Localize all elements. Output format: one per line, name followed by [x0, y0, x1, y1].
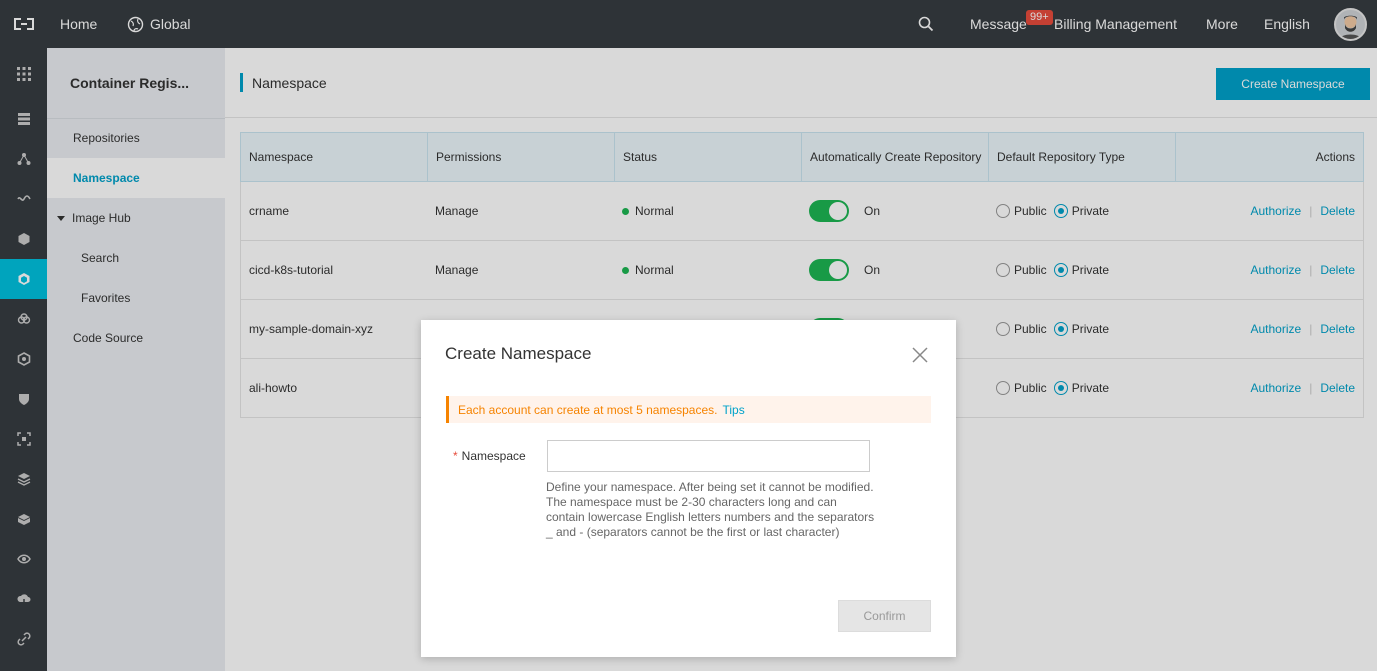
field-label-text: Namespace — [461, 449, 526, 463]
namespace-input[interactable] — [547, 440, 870, 472]
alert-text: Each account can create at most 5 namesp… — [458, 402, 718, 417]
close-icon[interactable] — [911, 346, 929, 364]
confirm-button[interactable]: Confirm — [838, 600, 931, 632]
tips-link[interactable]: Tips — [722, 403, 744, 417]
create-namespace-dialog: Create Namespace Each account can create… — [421, 320, 956, 657]
namespace-help-text: Define your namespace. After being set i… — [546, 480, 875, 539]
namespace-field-label: * Namespace — [453, 449, 526, 463]
required-marker: * — [453, 449, 458, 463]
limit-alert: Each account can create at most 5 namesp… — [446, 396, 931, 423]
dialog-title: Create Namespace — [445, 344, 592, 363]
